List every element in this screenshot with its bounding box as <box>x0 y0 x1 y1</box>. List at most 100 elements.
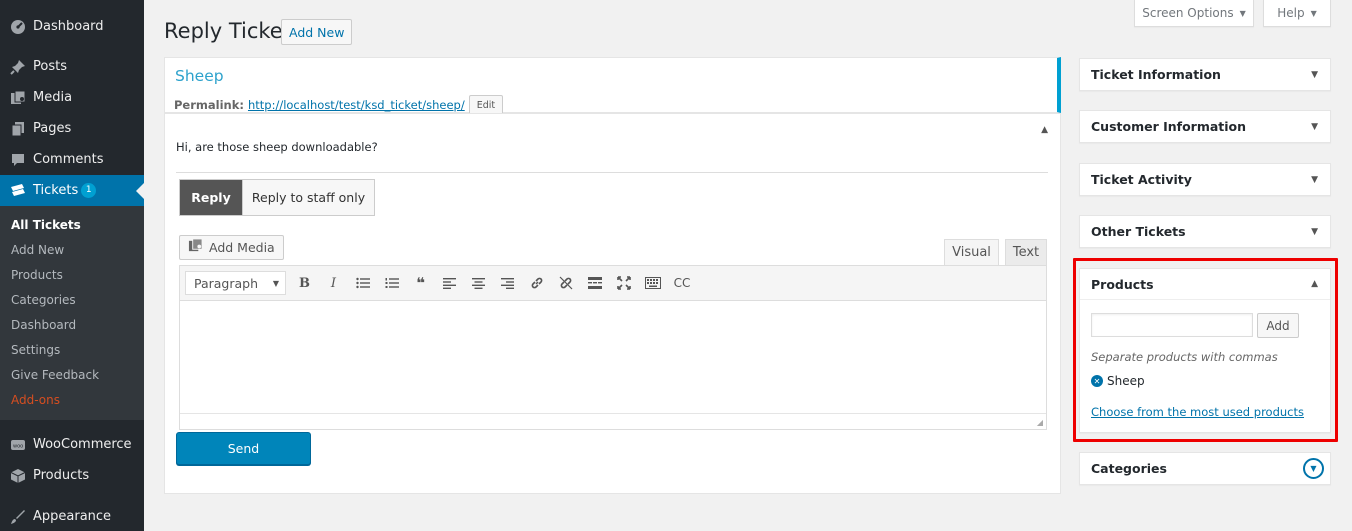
chevron-down-icon[interactable]: ▼ <box>1311 70 1318 80</box>
chevron-down-icon[interactable]: ▼ <box>1311 227 1318 237</box>
menu-item-pages[interactable]: Pages <box>0 113 144 144</box>
tab-text[interactable]: Text <box>1005 239 1047 265</box>
products-box: Products ▲ Add Separate products with co… <box>1079 268 1331 433</box>
send-button[interactable]: Send <box>176 432 311 465</box>
ticket-title[interactable]: Sheep <box>175 67 224 85</box>
permalink-row: Permalink: http://localhost/test/ksd_tic… <box>174 95 504 115</box>
submenu-give-feedback[interactable]: Give Feedback <box>0 362 144 387</box>
menu-item-tickets[interactable]: Tickets 1 <box>0 175 144 206</box>
menu-item-comments[interactable]: Comments <box>0 144 144 175</box>
menu-item-label: Media <box>33 90 73 105</box>
menu-item-woocommerce[interactable]: woo WooCommerce <box>0 429 144 460</box>
tab-visual[interactable]: Visual <box>944 239 999 265</box>
submenu-settings[interactable]: Settings <box>0 337 144 362</box>
customer-information-box: Customer Information ▼ <box>1079 110 1331 143</box>
format-select-value: Paragraph <box>194 275 259 291</box>
menu-item-appearance[interactable]: Appearance <box>0 501 144 531</box>
align-left-icon[interactable] <box>435 271 464 295</box>
screen-options-button[interactable]: Screen Options ▼ <box>1134 0 1254 27</box>
editor-statusbar: ◢ <box>180 413 1046 429</box>
most-used-products-link[interactable]: Choose from the most used products <box>1091 405 1304 419</box>
menu-item-label: Pages <box>33 121 72 136</box>
blockquote-icon[interactable]: ❝ <box>406 271 435 295</box>
products-header[interactable]: Products ▲ <box>1080 269 1330 300</box>
customer-information-header[interactable]: Customer Information ▼ <box>1080 111 1330 142</box>
resize-handle-icon[interactable]: ◢ <box>1037 418 1043 427</box>
submenu-categories[interactable]: Categories <box>0 288 144 313</box>
numbered-list-icon[interactable] <box>377 271 406 295</box>
menu-item-posts[interactable]: Posts <box>0 51 144 82</box>
unlink-icon[interactable] <box>551 271 580 295</box>
help-button[interactable]: Help ▼ <box>1263 0 1331 27</box>
add-product-button[interactable]: Add <box>1257 313 1299 338</box>
other-tickets-box: Other Tickets ▼ <box>1079 215 1331 248</box>
ticket-information-box: Ticket Information ▼ <box>1079 58 1331 91</box>
box-title: Products <box>1091 276 1154 292</box>
align-right-icon[interactable] <box>493 271 522 295</box>
submenu-add-new[interactable]: Add New <box>0 238 144 263</box>
box-title: Categories <box>1091 461 1167 476</box>
add-new-button[interactable]: Add New <box>281 19 353 45</box>
menu-item-media[interactable]: Media <box>0 82 144 113</box>
box-title: Ticket Activity <box>1091 172 1192 187</box>
ticket-activity-header[interactable]: Ticket Activity ▼ <box>1080 164 1330 195</box>
chevron-down-icon[interactable]: ▼ <box>1311 122 1318 132</box>
chevron-down-icon[interactable]: ▼ <box>1311 175 1318 185</box>
box-title: Customer Information <box>1091 119 1247 134</box>
keyboard-icon[interactable] <box>638 271 667 295</box>
cc-button[interactable]: CC <box>667 271 697 295</box>
tab-reply[interactable]: Reply <box>179 179 243 216</box>
bullet-list-icon[interactable] <box>348 271 377 295</box>
product-tag: ✕ Sheep <box>1091 374 1145 388</box>
menu-item-label: WooCommerce <box>33 437 132 453</box>
add-media-button[interactable]: Add Media <box>179 235 284 260</box>
submenu-add-ons[interactable]: Add-ons <box>0 387 144 412</box>
align-center-icon[interactable] <box>464 271 493 295</box>
chevron-up-icon[interactable]: ▲ <box>1311 279 1318 289</box>
svg-text:woo: woo <box>13 443 23 449</box>
fullscreen-icon[interactable] <box>609 271 638 295</box>
format-select[interactable]: Paragraph ▼ <box>185 271 286 295</box>
submenu-products[interactable]: Products <box>0 263 144 288</box>
edit-permalink-button[interactable]: Edit <box>468 95 504 115</box>
product-input[interactable] <box>1091 313 1253 337</box>
ticket-title-box: Sheep Permalink: http://localhost/test/k… <box>164 57 1061 115</box>
editor-toolbar: Paragraph ▼ B I ❝ CC <box>180 266 1046 301</box>
box-title: Ticket Information <box>1091 67 1221 82</box>
product-tag-label: Sheep <box>1107 374 1145 388</box>
dashboard-icon <box>8 17 28 37</box>
ticket-information-header[interactable]: Ticket Information ▼ <box>1080 59 1330 90</box>
reply-box: ▲ Hi, are those sheep downloadable? Repl… <box>164 113 1061 494</box>
categories-header[interactable]: Categories ▼ <box>1080 453 1330 484</box>
submenu-all-tickets[interactable]: All Tickets <box>0 213 144 238</box>
menu-item-products[interactable]: Products <box>0 460 144 491</box>
permalink-label: Permalink: <box>174 98 244 112</box>
submenu-dashboard[interactable]: Dashboard <box>0 313 144 338</box>
ticket-activity-box: Ticket Activity ▼ <box>1079 163 1331 196</box>
media-icon <box>8 88 28 108</box>
editor-content-area[interactable] <box>180 301 1046 414</box>
menu-item-dashboard[interactable]: Dashboard <box>0 11 144 42</box>
remove-tag-icon[interactable]: ✕ <box>1091 375 1103 387</box>
tab-reply-staff-only[interactable]: Reply to staff only <box>242 179 375 216</box>
menu-item-label: Appearance <box>33 509 112 525</box>
menu-spacer <box>0 42 144 51</box>
chevron-up-icon[interactable]: ▲ <box>1041 125 1048 135</box>
link-icon[interactable] <box>522 271 551 295</box>
page-title: Reply Ticket <box>164 19 291 43</box>
read-more-icon[interactable] <box>580 271 609 295</box>
menu-spacer <box>0 0 144 11</box>
rich-text-editor: Paragraph ▼ B I ❝ CC ◢ <box>179 265 1047 430</box>
help-label: Help <box>1277 6 1305 20</box>
bold-icon[interactable]: B <box>290 271 319 295</box>
pages-icon <box>8 119 28 139</box>
box-title: Other Tickets <box>1091 224 1186 239</box>
other-tickets-header[interactable]: Other Tickets ▼ <box>1080 216 1330 247</box>
menu-spacer <box>0 491 144 501</box>
chevron-down-icon: ▼ <box>1239 8 1246 18</box>
admin-sidebar: Dashboard Posts Media Pages Comments Tic… <box>0 0 144 531</box>
screen-options-label: Screen Options <box>1142 6 1234 20</box>
chevron-down-icon[interactable]: ▼ <box>1303 458 1324 479</box>
italic-icon[interactable]: I <box>319 271 348 295</box>
permalink-link[interactable]: http://localhost/test/ksd_ticket/sheep/ <box>248 98 465 112</box>
